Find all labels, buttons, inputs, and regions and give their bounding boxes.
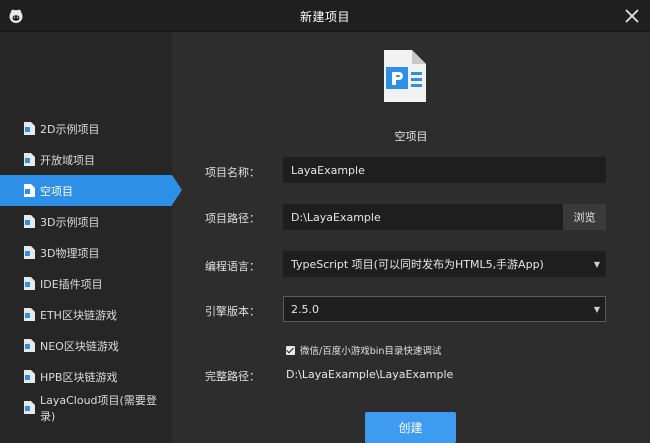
engine-version-select[interactable]: 2.5.0 ▼ — [283, 296, 606, 322]
window-title: 新建项目 — [299, 10, 350, 24]
template-list: 2D示例项目 开放域项目 空项目 3D示例项目 3D物理项目 IDE插件项目 E… — [0, 113, 182, 423]
document-icon — [24, 308, 35, 321]
browse-button[interactable]: 浏览 — [563, 204, 606, 230]
sidebar-item-label: HPB区块链游戏 — [40, 370, 118, 384]
document-icon — [24, 370, 35, 383]
project-name-label: 项目名称： — [205, 166, 260, 179]
sidebar-item-label: ETH区块链游戏 — [40, 308, 117, 322]
sidebar-item-eth-blockchain[interactable]: ETH区块链游戏 — [0, 299, 172, 330]
project-name-input[interactable]: LayaExample — [283, 157, 606, 183]
engine-version-label: 引擎版本： — [205, 305, 260, 318]
document-icon — [24, 184, 35, 197]
document-icon — [24, 122, 35, 135]
close-icon[interactable] — [622, 6, 642, 26]
sidebar-item-label: 3D示例项目 — [40, 215, 100, 229]
sidebar-item-layacloud[interactable]: LayaCloud项目(需要登录) — [0, 392, 172, 423]
document-icon — [24, 277, 35, 290]
sidebar-item-empty-project[interactable]: 空项目 — [0, 175, 182, 206]
sidebar-item-open-domain[interactable]: 开放域项目 — [0, 144, 172, 175]
debug-checkbox-row[interactable]: 微信/百度小游戏bin目录快速调试 — [286, 343, 441, 357]
project-path-label: 项目路径： — [205, 212, 260, 225]
document-icon — [24, 153, 35, 166]
create-button[interactable]: 创建 — [365, 412, 456, 443]
project-path-value: D:\LayaExample — [291, 210, 381, 224]
sidebar-item-3d-example[interactable]: 3D示例项目 — [0, 206, 172, 237]
project-name-value: LayaExample — [291, 163, 365, 177]
document-icon — [24, 339, 35, 352]
debug-checkbox-label: 微信/百度小游戏bin目录快速调试 — [300, 346, 442, 357]
sidebar-item-label: 开放域项目 — [40, 153, 95, 167]
document-icon — [24, 215, 35, 228]
sidebar-item-ide-plugin[interactable]: IDE插件项目 — [0, 268, 172, 299]
sidebar-item-label: LayaCloud项目(需要登录) — [40, 393, 157, 423]
sidebar-item-label: 空项目 — [40, 184, 73, 198]
sidebar-item-hpb-blockchain[interactable]: HPB区块链游戏 — [0, 361, 172, 392]
document-icon — [24, 246, 35, 259]
language-label: 编程语言： — [205, 260, 260, 273]
caret-down-icon: ▼ — [593, 260, 600, 269]
document-icon — [24, 401, 35, 414]
sidebar-item-label: NEO区块链游戏 — [40, 339, 119, 353]
full-path-label: 完整路径： — [205, 370, 260, 383]
sidebar-item-label: IDE插件项目 — [40, 277, 103, 291]
sidebar-item-label: 3D物理项目 — [40, 246, 100, 260]
title-bar: 新建项目 — [0, 0, 650, 32]
caret-down-icon: ▼ — [593, 305, 600, 314]
checkbox-checked-icon[interactable] — [286, 345, 295, 355]
document-icon — [384, 50, 426, 102]
language-value: TypeScript 项目(可以同时发布为HTML5,手游App) — [291, 258, 544, 271]
full-path-value: D:\LayaExample\LayaExample — [286, 368, 454, 381]
language-select[interactable]: TypeScript 项目(可以同时发布为HTML5,手游App) ▼ — [283, 251, 606, 277]
new-project-dialog: 新建项目 2D示例项目 开放域项目 空项目 3D示例项目 3D物理项目 IDE插… — [0, 0, 650, 443]
project-path-input[interactable]: D:\LayaExample — [283, 204, 563, 230]
sidebar-item-2d-example[interactable]: 2D示例项目 — [0, 113, 172, 144]
template-title: 空项目 — [394, 130, 428, 143]
sidebar-item-neo-blockchain[interactable]: NEO区块链游戏 — [0, 330, 172, 361]
sidebar-item-label: 2D示例项目 — [40, 122, 100, 136]
template-sidebar: 2D示例项目 开放域项目 空项目 3D示例项目 3D物理项目 IDE插件项目 E… — [0, 32, 182, 443]
engine-version-value: 2.5.0 — [291, 302, 319, 316]
sidebar-item-3d-physics[interactable]: 3D物理项目 — [0, 237, 172, 268]
project-form: 空项目 项目名称： LayaExample 项目路径： D:\LayaExamp… — [172, 32, 650, 443]
